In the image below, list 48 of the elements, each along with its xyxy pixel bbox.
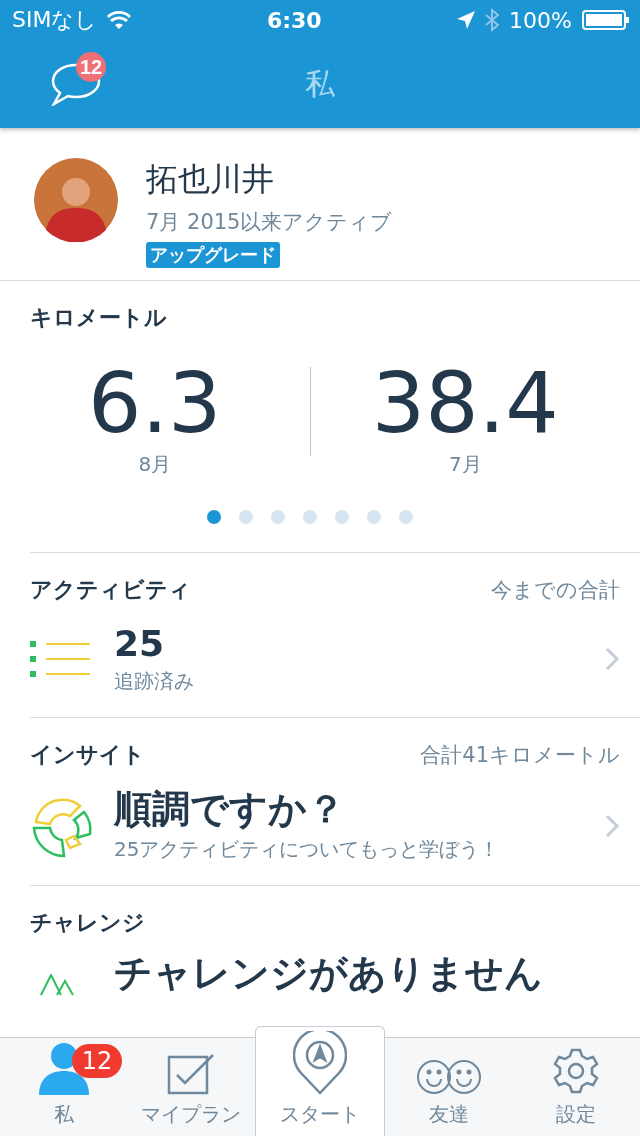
tab-bar-item[interactable]: 友達 <box>384 1038 513 1136</box>
page-dot[interactable] <box>367 510 381 524</box>
wifi-icon <box>107 11 132 29</box>
screen-title: 私 <box>305 64 335 103</box>
bluetooth-icon <box>485 8 500 32</box>
tab-bar-item[interactable]: 設定 <box>512 1038 640 1136</box>
page-dot[interactable] <box>399 510 413 524</box>
message-count-badge: 12 <box>76 52 106 82</box>
section-title: インサイト <box>30 741 145 770</box>
section-detail: 追跡済み <box>114 668 195 696</box>
carrier-label: SIMなし <box>12 6 98 34</box>
chevron-right-icon <box>604 812 620 839</box>
section-summary: 今までの合計 <box>491 577 620 604</box>
active-since: 7月 2015以来アクティブ <box>146 209 393 236</box>
trees-icon <box>40 973 74 996</box>
smiley-faces-icon <box>416 1059 481 1095</box>
page-dot[interactable] <box>335 510 349 524</box>
user-name: 拓也川井 <box>146 159 274 200</box>
battery-icon <box>582 10 630 30</box>
chevron-right-icon <box>604 646 620 673</box>
section-summary: 合計41キロメートル <box>420 742 620 770</box>
section-detail: 25アクティビティについてもっと学ぼう！ <box>114 836 501 864</box>
checkbox-icon <box>167 1053 216 1095</box>
location-pin-icon <box>293 1031 347 1095</box>
section-title: アクティビティ <box>30 576 191 604</box>
month-label: 7月 <box>448 451 482 478</box>
location-arrow-icon <box>457 11 476 29</box>
battery-percent: 100% <box>509 7 572 33</box>
page-dot[interactable] <box>303 510 317 524</box>
page-dot[interactable] <box>207 510 221 524</box>
section-title: キロメートル <box>30 304 167 332</box>
page-dot[interactable] <box>271 510 285 524</box>
page-dot[interactable] <box>239 510 253 524</box>
section-title: チャレンジ <box>30 909 145 938</box>
section-headline: 順調ですか？ <box>114 788 346 833</box>
month-label: 8月 <box>138 451 172 478</box>
tab-bar-item[interactable]: マイプラン <box>127 1038 256 1136</box>
distance-value: 6.3 <box>87 361 222 445</box>
section-headline: 25 <box>114 623 166 665</box>
upgrade-badge[interactable]: アップグレード <box>146 242 280 268</box>
notification-badge: 12 <box>72 1044 122 1078</box>
tab-bar-item[interactable]: スタート <box>255 1026 385 1136</box>
clock-time: 6:30 <box>266 7 322 33</box>
messages-button[interactable]: 12 <box>50 52 110 108</box>
tab-bar-item[interactable]: 私 12 <box>0 1038 128 1136</box>
settings-icon <box>552 1047 601 1095</box>
distance-value: 38.4 <box>371 361 559 445</box>
section-headline: チャレンジがありません <box>114 952 544 996</box>
